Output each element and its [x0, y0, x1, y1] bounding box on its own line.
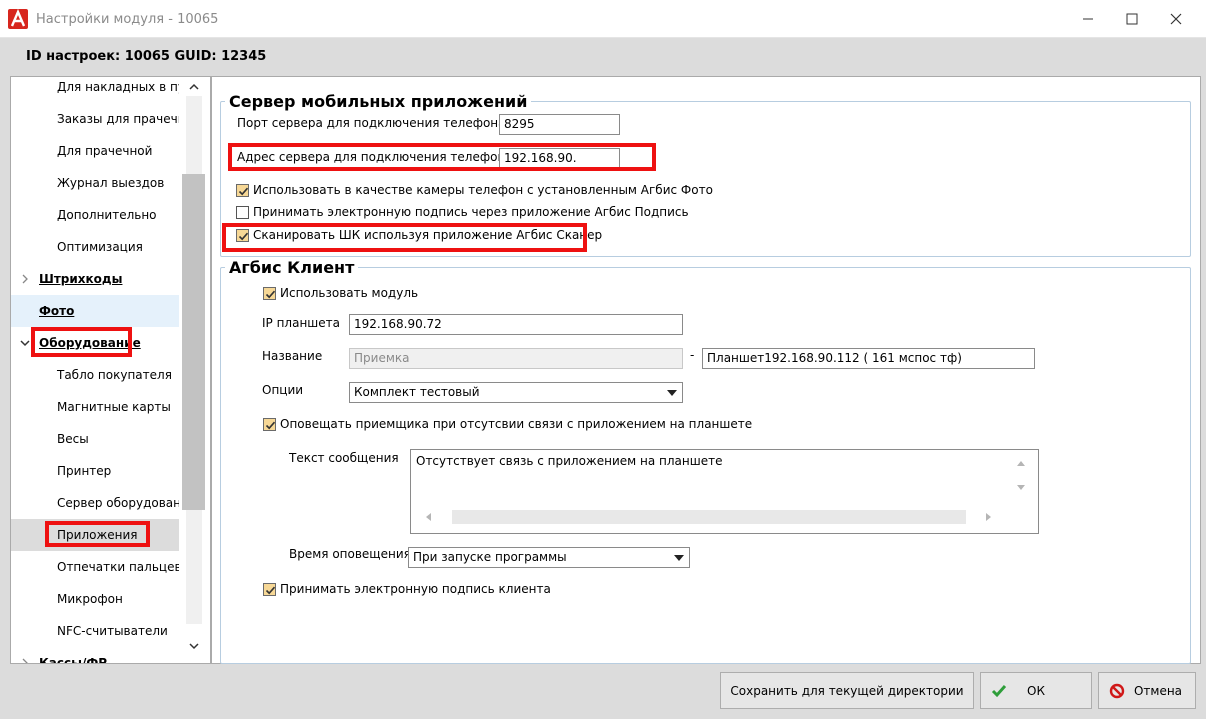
scroll-up-icon[interactable]	[188, 82, 200, 92]
nav-item-label: Заказы для прачечной	[57, 112, 179, 126]
use-module-checkbox[interactable]	[263, 287, 276, 300]
settings-id-label: ID настроек: 10065 GUID: 12345	[26, 49, 267, 64]
nav-item[interactable]: Штрихкоды	[11, 263, 179, 295]
checkmark-icon	[265, 586, 276, 595]
accept-signature-label: Принимать электронную подпись через прил…	[253, 205, 689, 219]
options-select-value: Комплект тестовый	[354, 385, 480, 399]
checkmark-icon	[991, 685, 1007, 698]
ok-label: ОК	[1027, 683, 1045, 698]
highlight-equipment	[31, 327, 132, 357]
nav-item-label: Табло покупателя	[57, 368, 172, 382]
message-label: Текст сообщения	[289, 451, 399, 465]
client-signature-checkbox[interactable]	[263, 583, 276, 596]
maximize-icon	[1126, 13, 1138, 25]
nav-item-label: NFC-считыватели	[57, 624, 168, 638]
nav-item[interactable]: Фото	[11, 295, 179, 327]
highlight-address	[228, 143, 656, 171]
notify-time-select[interactable]: При запуске программы	[408, 547, 690, 568]
close-button[interactable]	[1154, 4, 1198, 34]
nav-item[interactable]: Кассы/ФР	[11, 647, 179, 664]
notify-label: Оповещать приемщика при отсутсвии связи …	[280, 417, 753, 431]
ip-label: IP планшета	[262, 316, 341, 330]
nav-item-label: Кассы/ФР	[39, 656, 108, 664]
nav-item-label: Фото	[39, 304, 75, 318]
minimize-icon	[1083, 18, 1093, 20]
nav-item-label: Сервер оборудования	[57, 496, 179, 510]
nav-item[interactable]: Отпечатки пальцев	[11, 551, 179, 583]
nav-item[interactable]: Для прачечной	[11, 135, 179, 167]
nav-item[interactable]: Журнал выездов	[11, 167, 179, 199]
nav-item-label: Оптимизация	[57, 240, 143, 254]
window-title: Настройки модуля - 10065	[36, 12, 219, 27]
nav-scrollbar-thumb[interactable]	[182, 174, 205, 510]
chevron-right-icon[interactable]	[17, 647, 33, 663]
nav-item-label: Магнитные карты	[57, 400, 171, 414]
nav-item-label: Штрихкоды	[39, 272, 123, 286]
nav-item[interactable]: Оптимизация	[11, 231, 179, 263]
nav-item-label: Отпечатки пальцев	[57, 560, 179, 574]
message-text: Отсутствует связь с приложением на планш…	[416, 454, 723, 468]
ip-input[interactable]: 192.168.90.72	[349, 314, 683, 335]
nav-tree: Для накладных в пути Заказы для прачечной…	[10, 76, 211, 664]
nav-item-label: Микрофон	[57, 592, 123, 606]
checkmark-icon	[265, 290, 276, 299]
cancel-icon	[1109, 683, 1125, 699]
nav-item-label: Для прачечной	[57, 144, 153, 158]
client-signature-label: Принимать электронную подпись клиента	[280, 582, 551, 596]
chevron-right-icon[interactable]	[17, 263, 33, 295]
port-label: Порт сервера для подключения телефона:	[237, 116, 510, 130]
nav-item[interactable]: NFC-считыватели	[11, 615, 179, 647]
nav-item[interactable]: Магнитные карты	[11, 391, 179, 423]
mobile-server-legend: Сервер мобильных приложений	[229, 92, 528, 111]
scroll-down-icon[interactable]	[1016, 484, 1026, 492]
port-input[interactable]: 8295	[499, 114, 620, 135]
scroll-right-icon[interactable]	[985, 512, 993, 522]
notify-checkbox[interactable]	[263, 418, 276, 431]
options-select[interactable]: Комплект тестовый	[349, 382, 683, 403]
nav-item[interactable]: Табло покупателя	[11, 359, 179, 391]
use-camera-label: Использовать в качестве камеры телефон с…	[253, 183, 713, 197]
nav-item-label: Весы	[57, 432, 89, 446]
name-label: Название	[262, 349, 323, 363]
checkmark-icon	[238, 187, 249, 196]
nav-item[interactable]: Сервер оборудования	[11, 487, 179, 519]
dropdown-arrow-icon	[666, 383, 678, 402]
nav-item[interactable]: Дополнительно	[11, 199, 179, 231]
nav-item[interactable]: Для накладных в пути	[11, 77, 179, 103]
nav-item-label: Для накладных в пути	[57, 80, 179, 94]
options-label: Опции	[262, 383, 304, 397]
nav-item[interactable]: Весы	[11, 423, 179, 455]
use-camera-checkbox[interactable]	[236, 184, 249, 197]
notify-time-select-value: При запуске программы	[413, 550, 567, 564]
scroll-left-icon[interactable]	[424, 512, 432, 522]
maximize-button[interactable]	[1110, 4, 1154, 34]
app-logo-icon	[8, 9, 28, 29]
notify-time-label: Время оповещения	[289, 547, 411, 561]
nav-item[interactable]: Заказы для прачечной	[11, 103, 179, 135]
highlight-applications	[45, 521, 150, 547]
accept-signature-checkbox[interactable]	[236, 206, 249, 219]
save-for-directory-button[interactable]: Сохранить для текущей директории	[720, 672, 974, 709]
nav-item[interactable]: Микрофон	[11, 583, 179, 615]
scroll-down-icon[interactable]	[188, 641, 200, 651]
close-icon	[1170, 13, 1182, 25]
name-input[interactable]: Приемка	[349, 348, 683, 369]
scroll-up-icon[interactable]	[1016, 459, 1026, 467]
cancel-button[interactable]: Отмена	[1098, 672, 1196, 709]
nav-item-label: Журнал выездов	[57, 176, 165, 190]
agbis-client-legend: Агбис Клиент	[229, 258, 355, 277]
minimize-button[interactable]	[1066, 4, 1110, 34]
dropdown-arrow-icon	[673, 548, 685, 567]
use-module-label: Использовать модуль	[280, 286, 419, 300]
message-hscrollbar[interactable]	[452, 510, 966, 524]
nav-item-label: Принтер	[57, 464, 112, 478]
nav-item[interactable]: Принтер	[11, 455, 179, 487]
checkmark-icon	[265, 421, 276, 430]
nav-item-label: Дополнительно	[57, 208, 157, 222]
highlight-scan-barcode	[222, 223, 587, 252]
save-for-directory-label: Сохранить для текущей директории	[730, 683, 964, 698]
name-separator: -	[690, 348, 695, 362]
ok-button[interactable]: ОК	[980, 672, 1092, 709]
name-suffix-input[interactable]: Планшет192.168.90.112 ( 161 мспос тф)	[702, 348, 1035, 369]
